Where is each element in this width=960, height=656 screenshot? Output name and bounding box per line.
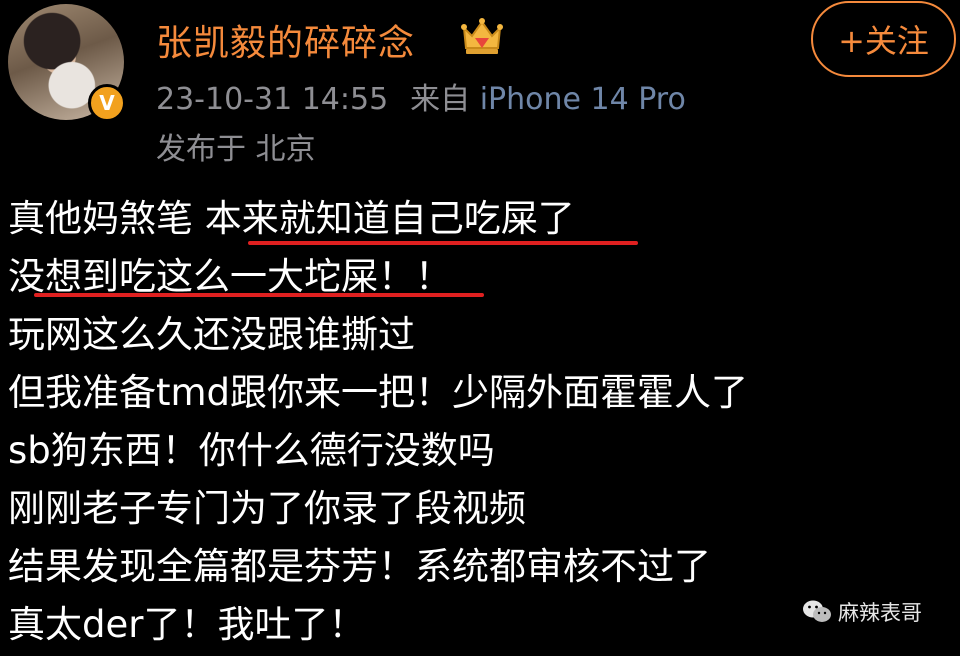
post-timestamp: 23-10-31 14:55 — [156, 82, 389, 117]
crown-icon — [461, 18, 503, 54]
verified-badge-icon: V — [88, 84, 126, 122]
watermark: 麻辣表哥 — [802, 598, 922, 626]
red-underline-annotation — [248, 241, 638, 245]
post-source-prefix: 来自 — [410, 82, 471, 117]
follow-button[interactable]: +关注 — [811, 1, 956, 77]
wechat-icon — [803, 600, 831, 622]
post-line: 玩网这么久还没跟谁撕过 — [8, 313, 415, 356]
avatar-container[interactable]: V — [8, 4, 126, 122]
post-device[interactable]: iPhone 14 Pro — [480, 82, 686, 117]
post-line: 结果发现全篇都是芬芳！系统都审核不过了 — [8, 545, 711, 588]
post-meta: 23-10-31 14:55 来自 iPhone 14 Pro — [156, 74, 686, 118]
post-line: 刚刚老子专门为了你录了段视频 — [8, 487, 526, 530]
red-underline-annotation — [34, 293, 484, 297]
post-line: 没想到吃这么一大坨屎！！ — [8, 255, 452, 298]
username[interactable]: 张凯毅的碎碎念 — [156, 14, 415, 66]
post-location: 发布于 北京 — [156, 132, 316, 167]
post-line: sb狗东西！你什么德行没数吗 — [8, 429, 495, 472]
post-line: 但我准备tmd跟你来一把！少隔外面霍霍人了 — [8, 371, 749, 414]
post-body: 真他妈煞笔 本来就知道自己吃屎了 没想到吃这么一大坨屎！！ 玩网这么久还没跟谁撕… — [8, 192, 958, 656]
watermark-text: 麻辣表哥 — [838, 601, 922, 625]
